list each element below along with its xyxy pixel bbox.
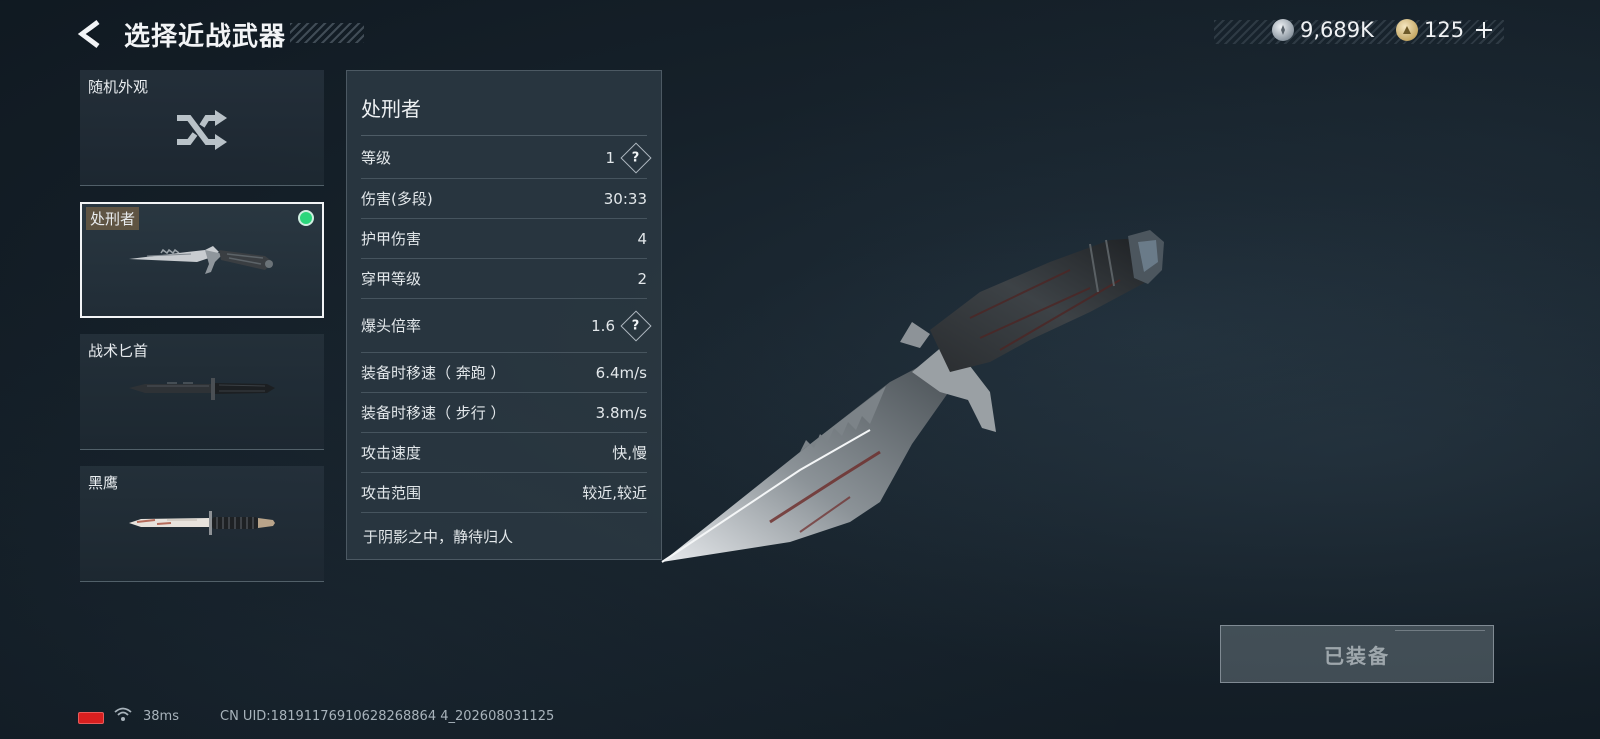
stat-label: 等级	[361, 149, 392, 167]
stat-row-attack-range: 攻击范围 较近,较近	[361, 473, 647, 513]
silver-amount: 9,689K	[1300, 18, 1374, 42]
stat-row-run-speed: 装备时移速（ 奔跑 ） 6.4m/s	[361, 353, 647, 393]
stat-label: 伤害(多段)	[361, 190, 433, 208]
stat-label: 装备时移速（ 步行 ）	[361, 404, 506, 422]
stat-label: 攻击速度	[361, 444, 422, 462]
help-icon[interactable]: ?	[620, 141, 652, 174]
weapon-card-executioner[interactable]: 处刑者	[80, 202, 324, 318]
stat-value: 6.4m/s	[595, 363, 647, 382]
stat-value: 30:33	[603, 189, 647, 208]
stat-label: 护甲伤害	[361, 230, 422, 248]
divider	[361, 135, 647, 136]
shuffle-icon	[177, 110, 227, 150]
button-decoration	[1395, 630, 1485, 638]
stat-row-penetration: 穿甲等级 2	[361, 259, 647, 299]
gold-amount: 125	[1424, 18, 1465, 42]
help-icon[interactable]: ?	[620, 309, 652, 342]
stat-value: 2	[637, 269, 647, 288]
executioner-knife-icon	[129, 246, 273, 274]
wifi-icon	[114, 707, 132, 721]
weapon-name: 处刑者	[86, 207, 140, 230]
stat-row-damage: 伤害(多段) 30:33	[361, 179, 647, 219]
stat-value: 3.8m/s	[595, 403, 647, 422]
weapon-card-black-eagle[interactable]: 黑鹰	[80, 466, 324, 582]
title-decoration	[290, 23, 364, 43]
weapon-name: 战术匕首	[88, 342, 149, 360]
weapon-card-tactical-dagger[interactable]: 战术匕首	[80, 334, 324, 450]
stat-row-headshot: 爆头倍率 1.6 ?	[361, 299, 652, 353]
stat-value: 快,慢	[612, 444, 647, 462]
equipped-button[interactable]: 已装备	[1220, 625, 1494, 683]
currency-silver: 9,689K	[1272, 18, 1374, 42]
equipped-indicator	[298, 210, 314, 226]
stat-value: 1.6	[591, 316, 615, 335]
stat-row-level: 等级 1 ?	[361, 137, 652, 179]
silver-coin-icon	[1272, 19, 1294, 41]
weapon-preview-image[interactable]	[650, 222, 1170, 582]
stat-label: 穿甲等级	[361, 270, 422, 288]
plus-icon[interactable]	[1474, 20, 1494, 40]
stat-row-walk-speed: 装备时移速（ 步行 ） 3.8m/s	[361, 393, 647, 433]
battery-icon	[78, 712, 104, 724]
stat-label: 装备时移速（ 奔跑 ）	[361, 364, 506, 382]
stat-row-attack-speed: 攻击速度 快,慢	[361, 433, 647, 473]
stat-label: 爆头倍率	[361, 317, 422, 335]
stat-label: 攻击范围	[361, 484, 422, 502]
weapon-stats-panel: 处刑者 等级 1 ? 伤害(多段) 30:33 护甲伤害 4 穿甲等级 2 爆头…	[346, 70, 662, 560]
page-title: 选择近战武器	[124, 22, 287, 52]
black-eagle-knife-icon	[129, 511, 275, 535]
flavor-text: 于阴影之中，静待归人	[363, 528, 514, 546]
chevron-left-icon	[77, 20, 100, 48]
back-button[interactable]	[74, 18, 106, 50]
tactical-dagger-icon	[129, 378, 275, 400]
stat-value: 较近,较近	[582, 484, 647, 502]
stat-value: 4	[637, 229, 647, 248]
weapon-name: 黑鹰	[88, 474, 119, 492]
stat-value: 1	[605, 148, 615, 167]
stat-row-armor-damage: 护甲伤害 4	[361, 219, 647, 259]
uid-text: CN UID:18191176910628268864 4_2026080311…	[220, 709, 555, 724]
weapon-card-random[interactable]: 随机外观	[80, 70, 324, 186]
stats-title: 处刑者	[361, 97, 421, 121]
ping-text: 38ms	[143, 709, 179, 724]
currency-gold[interactable]: 125	[1396, 18, 1494, 42]
gold-coin-icon	[1396, 19, 1418, 41]
equip-button-label: 已装备	[1324, 643, 1390, 668]
weapon-name: 随机外观	[88, 78, 149, 96]
